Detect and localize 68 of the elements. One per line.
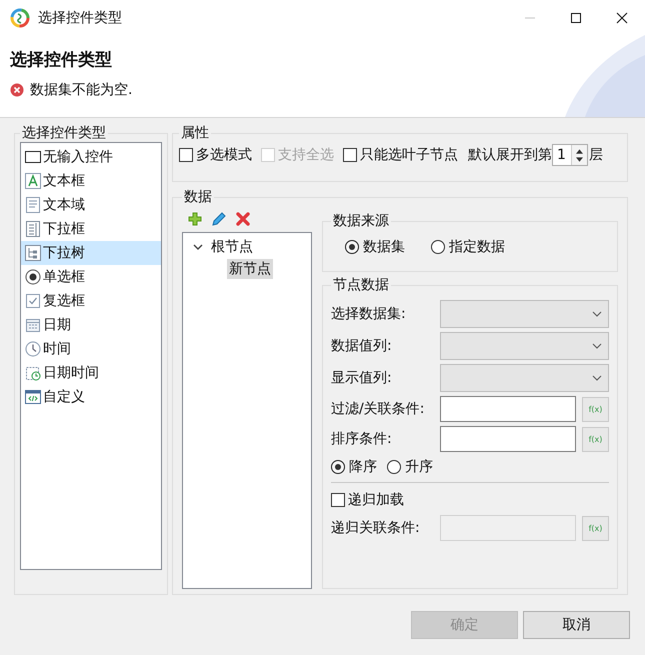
group-title: 属性 bbox=[180, 124, 210, 142]
field-label: 数据值列: bbox=[331, 337, 393, 355]
rectangle-icon bbox=[25, 149, 41, 165]
level-suffix: 层 bbox=[589, 146, 603, 164]
checkbox-icon bbox=[25, 293, 41, 309]
dialog-heading: 选择控件类型 bbox=[10, 49, 113, 71]
radio-option[interactable]: 数据集 bbox=[345, 238, 405, 256]
tree-node[interactable]: 根节点 bbox=[209, 237, 255, 257]
control-type-item[interactable]: 文本域 bbox=[21, 193, 161, 217]
control-type-item[interactable]: 文本框 bbox=[21, 169, 161, 193]
radio-button[interactable] bbox=[431, 240, 445, 254]
field-label: 选择数据集: bbox=[331, 305, 407, 323]
caret-up-icon[interactable] bbox=[576, 148, 583, 154]
calendar-icon bbox=[25, 317, 41, 333]
cancel-button[interactable]: 取消 bbox=[523, 611, 630, 639]
plus-icon-button[interactable] bbox=[188, 212, 202, 226]
control-type-item[interactable]: 时间 bbox=[21, 337, 161, 361]
control-type-item[interactable]: 日期 bbox=[21, 313, 161, 337]
radio-option[interactable]: 降序 bbox=[331, 458, 377, 476]
control-type-item[interactable]: 单选框 bbox=[21, 265, 161, 289]
tree-icon bbox=[25, 245, 41, 261]
field-label: 过滤/关联条件: bbox=[331, 400, 426, 418]
radio-button[interactable] bbox=[345, 240, 359, 254]
control-type-item[interactable]: 自定义 bbox=[21, 385, 161, 409]
chevron-down-icon[interactable] bbox=[193, 242, 203, 252]
control-type-item[interactable]: 下拉树 bbox=[21, 241, 161, 265]
error-icon bbox=[10, 83, 24, 97]
field-label: 显示值列: bbox=[331, 369, 393, 387]
chevron-down-icon bbox=[592, 343, 602, 349]
chevron-down-icon bbox=[592, 375, 602, 381]
control-type-item[interactable]: 复选框 bbox=[21, 289, 161, 313]
field-label: 递归关联条件: bbox=[331, 519, 421, 537]
group-title: 选择控件类型 bbox=[21, 124, 107, 142]
radio-icon bbox=[25, 269, 41, 285]
text-area-icon bbox=[25, 197, 41, 213]
error-message: 数据集不能为空. bbox=[30, 81, 132, 99]
list-icon bbox=[25, 221, 41, 237]
close-icon[interactable] bbox=[616, 12, 628, 24]
group-title: 数据 bbox=[183, 188, 213, 206]
calendar-clock-icon bbox=[25, 365, 41, 381]
radio-button[interactable] bbox=[387, 460, 401, 474]
control-type-item[interactable]: 下拉框 bbox=[21, 217, 161, 241]
checkbox-option[interactable]: 递归加载 bbox=[331, 491, 404, 509]
field-label: 排序条件: bbox=[331, 430, 393, 448]
clock-icon bbox=[25, 341, 41, 357]
pencil-icon-button[interactable] bbox=[212, 212, 226, 226]
caret-down-icon[interactable] bbox=[576, 156, 583, 162]
delete-icon-button[interactable] bbox=[236, 212, 250, 226]
level-spinner[interactable]: 1 bbox=[552, 144, 588, 166]
text-field[interactable] bbox=[440, 396, 576, 422]
control-type-item[interactable]: 日期时间 bbox=[21, 361, 161, 385]
app-logo-icon bbox=[10, 8, 30, 28]
expand-level-label: 默认展开到第 bbox=[468, 146, 552, 164]
radio-option[interactable]: 升序 bbox=[387, 458, 433, 476]
tree-node[interactable]: 新节点 bbox=[227, 259, 273, 279]
radio-option[interactable]: 指定数据 bbox=[431, 238, 505, 256]
chevron-down-icon bbox=[592, 311, 602, 317]
window-title: 选择控件类型 bbox=[38, 9, 122, 27]
code-window-icon bbox=[25, 389, 41, 405]
checkbox-option[interactable]: 多选模式 bbox=[179, 146, 252, 164]
checkbox-option[interactable]: 只能选叶子节点 bbox=[343, 146, 458, 164]
maximize-icon[interactable] bbox=[570, 12, 582, 24]
group-title: 数据来源 bbox=[332, 212, 390, 230]
group-title: 节点数据 bbox=[332, 276, 390, 294]
text-field[interactable] bbox=[440, 426, 576, 452]
radio-button[interactable] bbox=[331, 460, 345, 474]
text-field-icon bbox=[25, 173, 41, 189]
control-type-item[interactable]: 无输入控件 bbox=[21, 145, 161, 169]
